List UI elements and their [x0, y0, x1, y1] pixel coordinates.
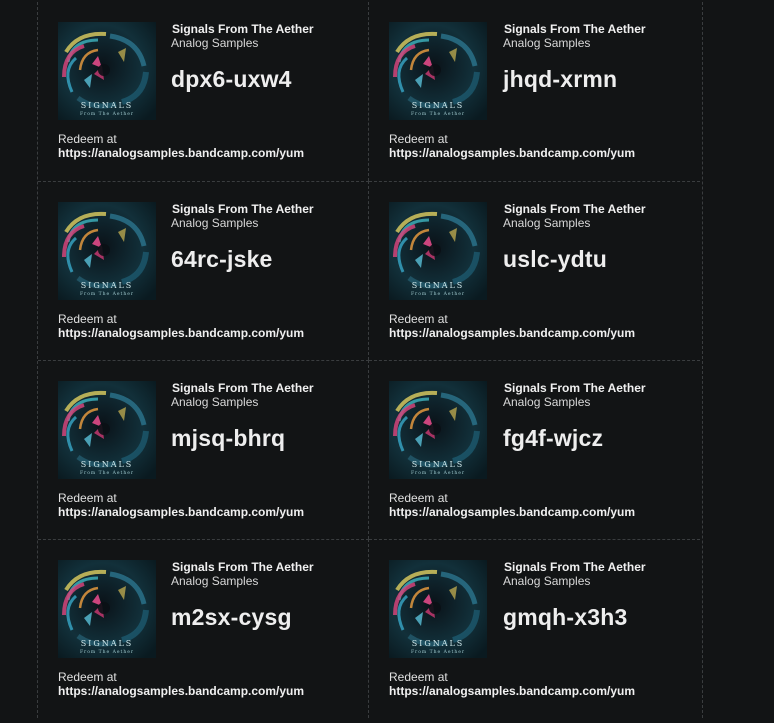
- svg-text:SIGNALS: SIGNALS: [412, 281, 465, 290]
- download-code: uslc-ydtu: [503, 246, 608, 272]
- redeem-label: Redeem at: [58, 132, 117, 146]
- album-cover-image: SIGNALS From The Aether: [58, 202, 156, 300]
- svg-text:From The Aether: From The Aether: [411, 111, 465, 117]
- artist-name: Analog Samples: [503, 395, 591, 409]
- svg-text:SIGNALS: SIGNALS: [412, 101, 465, 110]
- svg-text:SIGNALS: SIGNALS: [412, 639, 465, 648]
- download-code: gmqh-x3h3: [503, 604, 628, 630]
- redeem-label: Redeem at: [389, 491, 448, 505]
- artist-name: Analog Samples: [503, 36, 591, 50]
- svg-text:SIGNALS: SIGNALS: [81, 101, 134, 110]
- album-cover-image: SIGNALS From The Aether: [389, 381, 487, 479]
- artist-name: Analog Samples: [171, 36, 259, 50]
- album-cover-image: SIGNALS From The Aether: [58, 22, 156, 120]
- album-title: Signals From The Aether: [504, 22, 646, 36]
- redeem-url[interactable]: https://analogsamples.bandcamp.com/yum: [389, 146, 635, 160]
- download-code-card: SIGNALS From The Aether Signals From The…: [38, 539, 369, 718]
- redeem-url[interactable]: https://analogsamples.bandcamp.com/yum: [58, 146, 304, 160]
- svg-text:From The Aether: From The Aether: [80, 470, 134, 476]
- artist-name: Analog Samples: [171, 395, 259, 409]
- download-code-card: SIGNALS From The Aether Signals From The…: [369, 539, 700, 718]
- redeem-url[interactable]: https://analogsamples.bandcamp.com/yum: [58, 505, 304, 519]
- redeem-label: Redeem at: [58, 670, 117, 684]
- album-cover-image: SIGNALS From The Aether: [389, 202, 487, 300]
- download-code: jhqd-xrmn: [503, 66, 618, 92]
- svg-text:From The Aether: From The Aether: [80, 111, 134, 117]
- album-cover-image: SIGNALS From The Aether: [389, 22, 487, 120]
- redeem-label: Redeem at: [389, 312, 448, 326]
- svg-text:From The Aether: From The Aether: [411, 470, 465, 476]
- artist-name: Analog Samples: [503, 574, 591, 588]
- album-title: Signals From The Aether: [172, 22, 314, 36]
- album-title: Signals From The Aether: [504, 381, 646, 395]
- redeem-url[interactable]: https://analogsamples.bandcamp.com/yum: [389, 505, 635, 519]
- svg-text:From The Aether: From The Aether: [80, 649, 134, 655]
- svg-text:SIGNALS: SIGNALS: [81, 460, 134, 469]
- album-title: Signals From The Aether: [504, 202, 646, 216]
- redeem-label: Redeem at: [58, 491, 117, 505]
- download-code-card: SIGNALS From The Aether Signals From The…: [369, 360, 700, 539]
- artist-name: Analog Samples: [171, 216, 259, 230]
- download-code: mjsq-bhrq: [171, 425, 286, 451]
- artist-name: Analog Samples: [171, 574, 259, 588]
- svg-text:SIGNALS: SIGNALS: [81, 281, 134, 290]
- redeem-label: Redeem at: [389, 132, 448, 146]
- code-card-grid: SIGNALS From The Aether Signals From The…: [38, 2, 702, 718]
- download-code: fg4f-wjcz: [503, 425, 604, 451]
- download-code: dpx6-uxw4: [171, 66, 292, 92]
- download-code-card: SIGNALS From The Aether Signals From The…: [38, 181, 369, 360]
- code-card-sheet: SIGNALS From The Aether Signals From The…: [37, 2, 703, 718]
- album-cover-image: SIGNALS From The Aether: [58, 560, 156, 658]
- album-title: Signals From The Aether: [172, 381, 314, 395]
- svg-text:From The Aether: From The Aether: [411, 291, 465, 297]
- redeem-url[interactable]: https://analogsamples.bandcamp.com/yum: [389, 326, 635, 340]
- download-code-card: SIGNALS From The Aether Signals From The…: [38, 2, 369, 181]
- svg-text:SIGNALS: SIGNALS: [412, 460, 465, 469]
- album-title: Signals From The Aether: [172, 202, 314, 216]
- svg-text:From The Aether: From The Aether: [80, 291, 134, 297]
- redeem-url[interactable]: https://analogsamples.bandcamp.com/yum: [58, 684, 304, 698]
- download-code: 64rc-jske: [171, 246, 273, 272]
- redeem-url[interactable]: https://analogsamples.bandcamp.com/yum: [58, 326, 304, 340]
- artist-name: Analog Samples: [503, 216, 591, 230]
- redeem-label: Redeem at: [389, 670, 448, 684]
- album-title: Signals From The Aether: [172, 560, 314, 574]
- download-code-card: SIGNALS From The Aether Signals From The…: [369, 181, 700, 360]
- download-code-card: SIGNALS From The Aether Signals From The…: [369, 2, 700, 181]
- album-title: Signals From The Aether: [504, 560, 646, 574]
- svg-text:From The Aether: From The Aether: [411, 649, 465, 655]
- svg-text:SIGNALS: SIGNALS: [81, 639, 134, 648]
- redeem-url[interactable]: https://analogsamples.bandcamp.com/yum: [389, 684, 635, 698]
- download-code: m2sx-cysg: [171, 604, 292, 630]
- download-code-card: SIGNALS From The Aether Signals From The…: [38, 360, 369, 539]
- redeem-label: Redeem at: [58, 312, 117, 326]
- album-cover-image: SIGNALS From The Aether: [389, 560, 487, 658]
- album-cover-image: SIGNALS From The Aether: [58, 381, 156, 479]
